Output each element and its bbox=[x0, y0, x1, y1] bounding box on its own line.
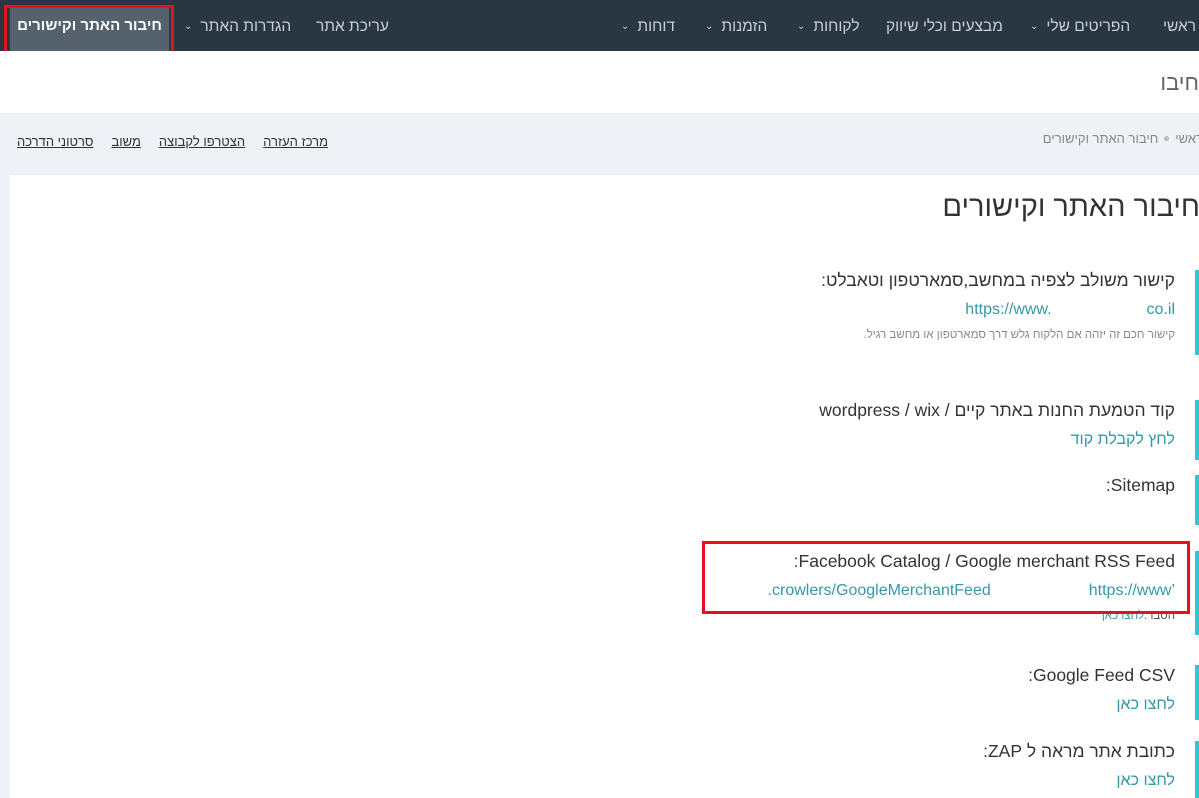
sitemap-label: Sitemap: bbox=[1105, 475, 1175, 495]
zap-label: כתובת אתר מראה ל ZAP: bbox=[983, 741, 1175, 761]
chevron-down-icon: ⌄ bbox=[621, 21, 630, 32]
top-navbar: ראשי ⌄ הפריטים שלי מבצעים וכלי שיווק ⌄ לקו… bbox=[0, 0, 1199, 51]
zap-section: כתובת אתר מראה ל ZAP: לחצו כאן bbox=[983, 741, 1199, 798]
page-title: חיבור bbox=[1159, 70, 1199, 95]
rss-feed-label: Facebook Catalog / Google merchant RSS F… bbox=[793, 551, 1175, 571]
page-title-bar: חיבור bbox=[0, 51, 1199, 113]
csv-feed-link[interactable]: לחצו כאן bbox=[1028, 696, 1175, 714]
nav-item-home[interactable]: ראשי bbox=[1163, 0, 1196, 51]
rss-feed-note: הסבר:לחצו כאן bbox=[1101, 610, 1175, 622]
help-links: מרכז העזרה הצטרפו לקבוצה משוב סרטוני הדרכה bbox=[17, 134, 328, 149]
help-center-link[interactable]: מרכז העזרה bbox=[263, 134, 328, 149]
chevron-down-icon: ⌄ bbox=[705, 21, 714, 32]
breadcrumb: ראשי חיבור האתר וקישורים bbox=[1043, 131, 1199, 146]
tutorial-videos-link[interactable]: סרטוני הדרכה bbox=[17, 134, 93, 149]
nav-item-marketing[interactable]: מבצעים וכלי שיווק bbox=[886, 0, 1003, 51]
nav-item-customers[interactable]: ⌄ לקוחות bbox=[797, 0, 860, 51]
get-code-link[interactable]: לחץ לקבלת קוד bbox=[819, 431, 1175, 449]
nav-item-edit-site[interactable]: עריכת אתר bbox=[316, 0, 389, 51]
breadcrumb-home[interactable]: ראשי bbox=[1175, 131, 1199, 146]
rss-feed-section: Facebook Catalog / Google merchant RSS F… bbox=[768, 551, 1199, 635]
rss-explain-link[interactable]: לחצו כאן bbox=[1102, 610, 1144, 622]
combined-link-section: קישור משולב לצפיה במחשב,סמארטפון וטאבלט:… bbox=[821, 270, 1199, 355]
combined-link-url[interactable]: https://www. co.il bbox=[821, 301, 1175, 319]
breadcrumb-bar: ראשי חיבור האתר וקישורים מרכז העזרה הצטרפו… bbox=[0, 113, 1199, 175]
embed-code-section: קוד הטמעת החנות באתר קיים / wordpress / … bbox=[819, 400, 1199, 460]
combined-link-note: קישור חכם זה יזהה אם הלקוח גלש דרך סמארט… bbox=[863, 329, 1175, 341]
breadcrumb-separator-icon bbox=[1164, 136, 1170, 141]
chevron-down-icon: ⌄ bbox=[184, 21, 193, 32]
nav-item-site-settings[interactable]: ⌄ הגדרות האתר bbox=[184, 0, 291, 51]
nav-item-site-connection-active[interactable]: חיבור האתר וקישורים bbox=[10, 5, 169, 51]
chevron-down-icon: ⌄ bbox=[1030, 21, 1039, 32]
nav-item-reports[interactable]: ⌄ דוחות bbox=[621, 0, 675, 51]
embed-code-label: קוד הטמעת החנות באתר קיים / wordpress / … bbox=[819, 400, 1175, 420]
csv-feed-label: Google Feed CSV: bbox=[1028, 665, 1175, 685]
join-group-link[interactable]: הצטרפו לקבוצה bbox=[159, 134, 245, 149]
zap-link[interactable]: לחצו כאן bbox=[983, 772, 1175, 790]
nav-item-my-items[interactable]: ⌄ הפריטים שלי bbox=[1030, 0, 1130, 51]
nav-item-orders[interactable]: ⌄ הזמנות bbox=[705, 0, 767, 51]
card-title: חיבור האתר וקישורים bbox=[942, 191, 1199, 223]
combined-link-label: קישור משולב לצפיה במחשב,סמארטפון וטאבלט: bbox=[821, 270, 1175, 290]
sitemap-section: Sitemap: bbox=[1106, 475, 1199, 525]
feedback-link[interactable]: משוב bbox=[111, 134, 140, 149]
rss-feed-url[interactable]: ’crowlers/GoogleMerchantFeedhttps://www. bbox=[768, 582, 1175, 600]
chevron-down-icon: ⌄ bbox=[797, 21, 806, 32]
main-card: חיבור האתר וקישורים קישור משולב לצפיה במ… bbox=[10, 175, 1199, 798]
breadcrumb-current: חיבור האתר וקישורים bbox=[1042, 131, 1159, 146]
csv-feed-section: Google Feed CSV: לחצו כאן bbox=[1028, 665, 1199, 720]
